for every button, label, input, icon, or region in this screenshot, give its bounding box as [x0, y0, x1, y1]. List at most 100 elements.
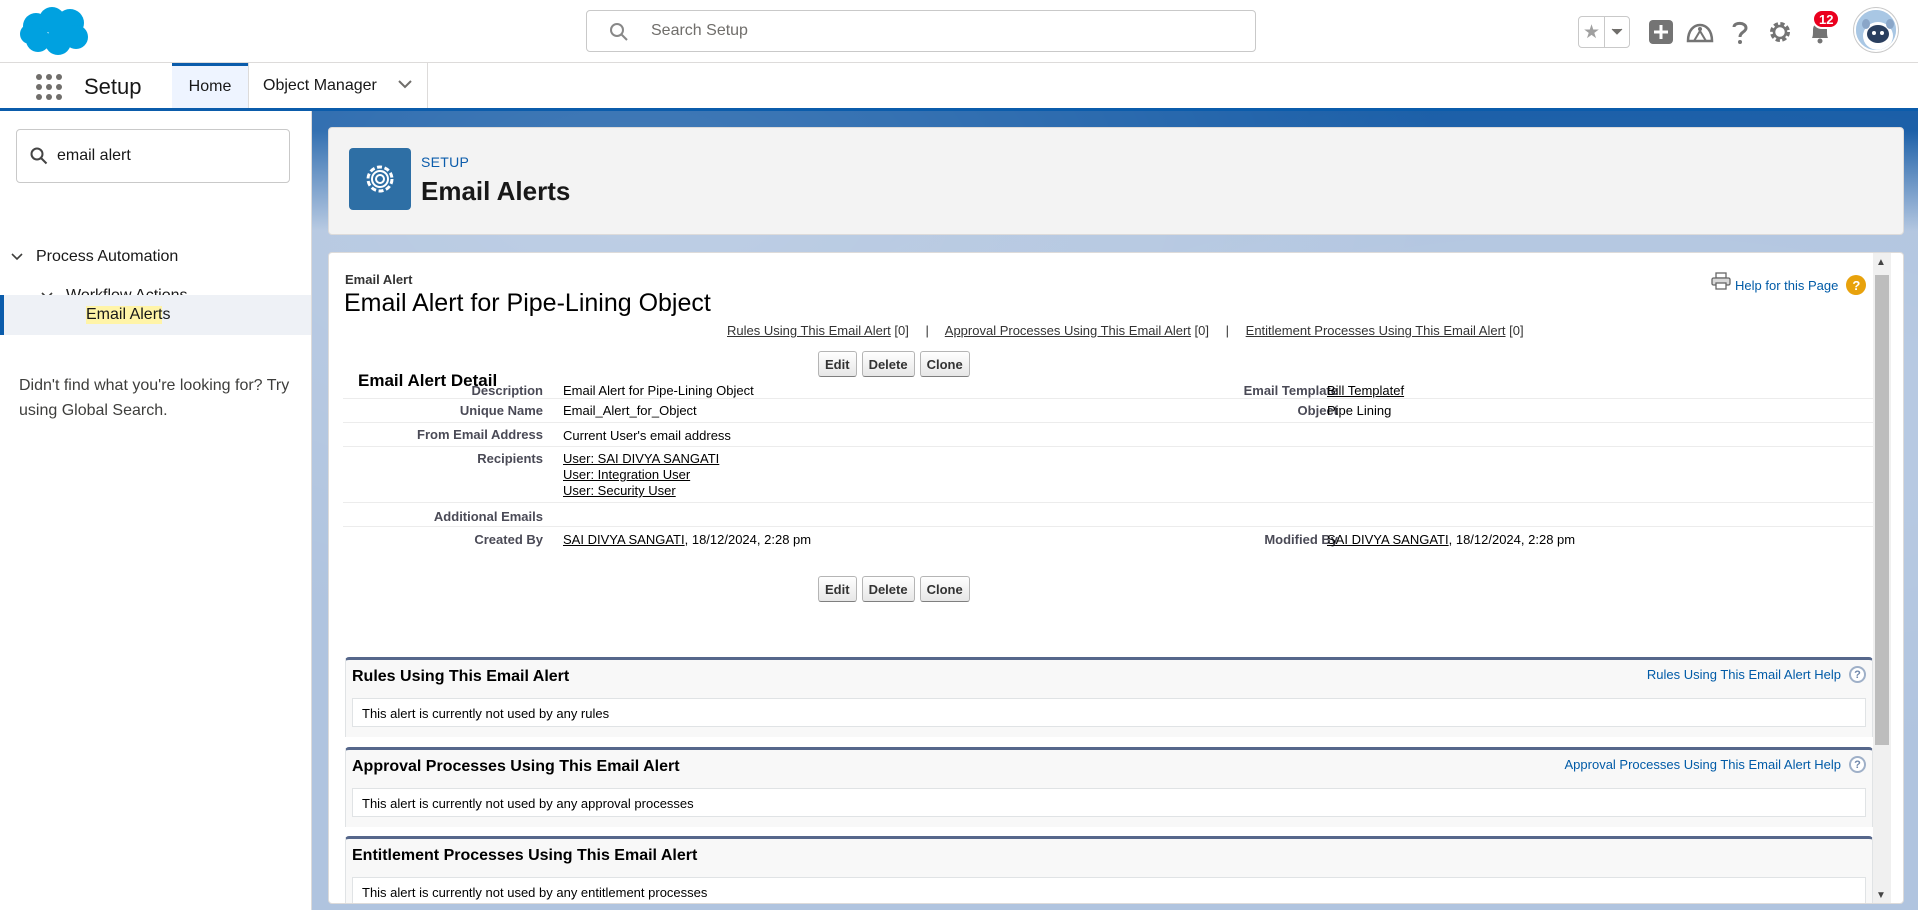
delete-button[interactable]: Delete [861, 576, 915, 602]
scrollbar-thumb[interactable] [1875, 275, 1889, 745]
unique-name-label: Unique Name [459, 403, 543, 418]
favorites-list-button[interactable] [1605, 17, 1629, 47]
tree-item-email-alerts[interactable]: Email Alert s [0, 295, 311, 335]
related-list-help-label[interactable]: Approval Processes Using This Email Aler… [1565, 757, 1842, 772]
setup-gear-icon [349, 148, 411, 210]
created-by-user-link[interactable]: SAI DIVYA SANGATI [563, 532, 685, 547]
rules-related-link[interactable]: Rules Using This Email Alert [727, 323, 891, 338]
from-address-label: From Email Address [417, 427, 543, 442]
trailhead-icon [1686, 23, 1714, 43]
created-by-date: , 18/12/2024, 2:28 pm [684, 532, 812, 547]
related-list-empty-message: This alert is currently not used by any … [352, 698, 1866, 727]
chevron-down-icon [1611, 28, 1623, 35]
clone-button[interactable]: Clone [919, 351, 970, 377]
field-row-recipients: Recipients User: SAI DIVYA SANGATI User:… [343, 447, 1873, 503]
printer-icon[interactable] [1711, 272, 1731, 290]
link-separator: | [1225, 323, 1230, 338]
recipient-link[interactable]: User: SAI DIVYA SANGATI [563, 451, 719, 466]
app-launcher-icon[interactable] [34, 72, 64, 102]
record-type-label: Email Alert [345, 272, 413, 287]
approval-processes-related-link[interactable]: Approval Processes Using This Email Aler… [945, 323, 1191, 338]
related-list-help-link[interactable]: Rules Using This Email Alert Help ? [1647, 666, 1866, 683]
related-list-approval-processes: Approval Processes Using This Email Aler… [345, 747, 1873, 827]
related-list-title: Entitlement Processes Using This Email A… [352, 847, 698, 864]
tab-object-manager[interactable]: Object Manager [248, 63, 428, 108]
created-by-value: SAI DIVYA SANGATI, 18/12/2024, 2:28 pm [563, 532, 811, 548]
field-row-unique-name: Unique Name Email_Alert_for_Object Objec… [343, 399, 1873, 423]
related-list-empty-message: This alert is currently not used by any … [352, 788, 1866, 817]
email-template-label: Email Template [1243, 383, 1338, 398]
global-actions-plus-icon [1649, 20, 1673, 44]
global-search[interactable] [586, 10, 1256, 52]
entitlement-processes-count: [0] [1509, 323, 1524, 338]
modified-by-label: Modified By [1264, 532, 1338, 547]
tab-home[interactable]: Home [172, 63, 248, 108]
chevron-down-icon[interactable] [397, 78, 413, 90]
unique-name-value: Email_Alert_for_Object [563, 403, 697, 418]
record-title: Email Alert for Pipe-Lining Object [344, 289, 711, 317]
field-row-description: Description Email Alert for Pipe-Lining … [343, 379, 1873, 399]
clone-button[interactable]: Clone [919, 576, 970, 602]
recipients-label: Recipients [477, 451, 543, 466]
page-title: Email Alerts [421, 176, 571, 206]
modified-by-value: SAI DIVYA SANGATI, 18/12/2024, 2:28 pm [1327, 532, 1575, 548]
object-value: Pipe Lining [1327, 403, 1392, 418]
recipient-link[interactable]: User: Integration User [563, 467, 690, 482]
gear-icon [1770, 22, 1790, 42]
favorites-star-icon[interactable]: ★ [1579, 17, 1605, 47]
sidebar-help-text: Didn't find what you're looking for? Try… [19, 377, 290, 419]
created-by-label: Created By [474, 532, 543, 547]
global-actions-button[interactable] [1645, 16, 1677, 48]
modified-by-user-link[interactable]: SAI DIVYA SANGATI [1327, 532, 1449, 547]
help-for-this-page-link[interactable]: Help for this Page ? [1711, 272, 1867, 295]
scroll-down-arrow-icon[interactable]: ▼ [1876, 890, 1886, 901]
quick-find-box[interactable] [16, 129, 290, 183]
tree-item-label-rest: s [162, 306, 171, 323]
app-navigation-bar: Setup Home Object Manager [0, 63, 1918, 111]
scroll-up-arrow-icon[interactable]: ▲ [1876, 257, 1886, 268]
trailhead-button[interactable] [1684, 16, 1716, 48]
help-question-icon[interactable]: ? [1849, 756, 1866, 773]
salesforce-logo[interactable] [18, 6, 92, 56]
record-content-panel: ▲ ▼ Email Alert Email Alert for Pipe-Lin… [328, 252, 1904, 904]
help-question-icon[interactable]: ? [1846, 275, 1867, 295]
recipients-list: User: SAI DIVYA SANGATI User: Integratio… [563, 451, 719, 499]
setup-gear-button[interactable] [1764, 16, 1796, 48]
help-question-icon[interactable]: ? [1849, 666, 1866, 683]
related-list-empty-message: This alert is currently not used by any … [352, 877, 1866, 903]
field-row-created-by: Created By SAI DIVYA SANGATI, 18/12/2024… [343, 527, 1873, 551]
related-list-title: Rules Using This Email Alert [352, 668, 570, 685]
help-link-label[interactable]: Help for this Page [1735, 278, 1838, 293]
from-address-value: Current User's email address [563, 428, 731, 443]
app-name: Setup [84, 74, 142, 99]
quick-find-input[interactable] [57, 145, 277, 167]
related-list-entitlement-processes: Entitlement Processes Using This Email A… [345, 836, 1873, 903]
tab-home-label: Home [188, 78, 232, 95]
tree-item-process-automation[interactable]: Process Automation [10, 238, 178, 276]
link-separator: | [925, 323, 929, 338]
notification-count-badge: 12 [1812, 9, 1841, 29]
search-icon [610, 23, 628, 41]
detail-bottom-buttons: Edit Delete Clone [818, 576, 970, 602]
global-header: ★ 12 [0, 0, 1918, 63]
edit-button[interactable]: Edit [818, 351, 857, 377]
description-value: Email Alert for Pipe-Lining Object [563, 383, 754, 398]
avatar[interactable] [1854, 8, 1898, 52]
edit-button[interactable]: Edit [818, 576, 857, 602]
tree-item-label: Process Automation [36, 248, 179, 265]
email-template-link[interactable]: Bill Templatef [1327, 383, 1404, 398]
chevron-down-icon[interactable] [10, 250, 24, 264]
entitlement-processes-related-link[interactable]: Entitlement Processes Using This Email A… [1246, 323, 1506, 338]
astro-avatar-icon [1856, 10, 1896, 50]
related-list-title: Approval Processes Using This Email Aler… [352, 758, 680, 775]
setup-sidebar: Process Automation Workflow Actions Emai… [0, 111, 312, 910]
related-list-rules: Rules Using This Email Alert Rules Using… [345, 657, 1873, 737]
approval-processes-count: [0] [1194, 323, 1210, 338]
delete-button[interactable]: Delete [861, 351, 915, 377]
related-list-help-label[interactable]: Rules Using This Email Alert Help [1647, 667, 1841, 682]
related-list-help-link[interactable]: Approval Processes Using This Email Aler… [1565, 756, 1866, 773]
global-search-input[interactable] [651, 19, 1231, 43]
recipient-link[interactable]: User: Security User [563, 483, 676, 498]
vertical-scrollbar[interactable]: ▲ ▼ [1873, 253, 1891, 903]
help-button[interactable] [1724, 16, 1756, 48]
